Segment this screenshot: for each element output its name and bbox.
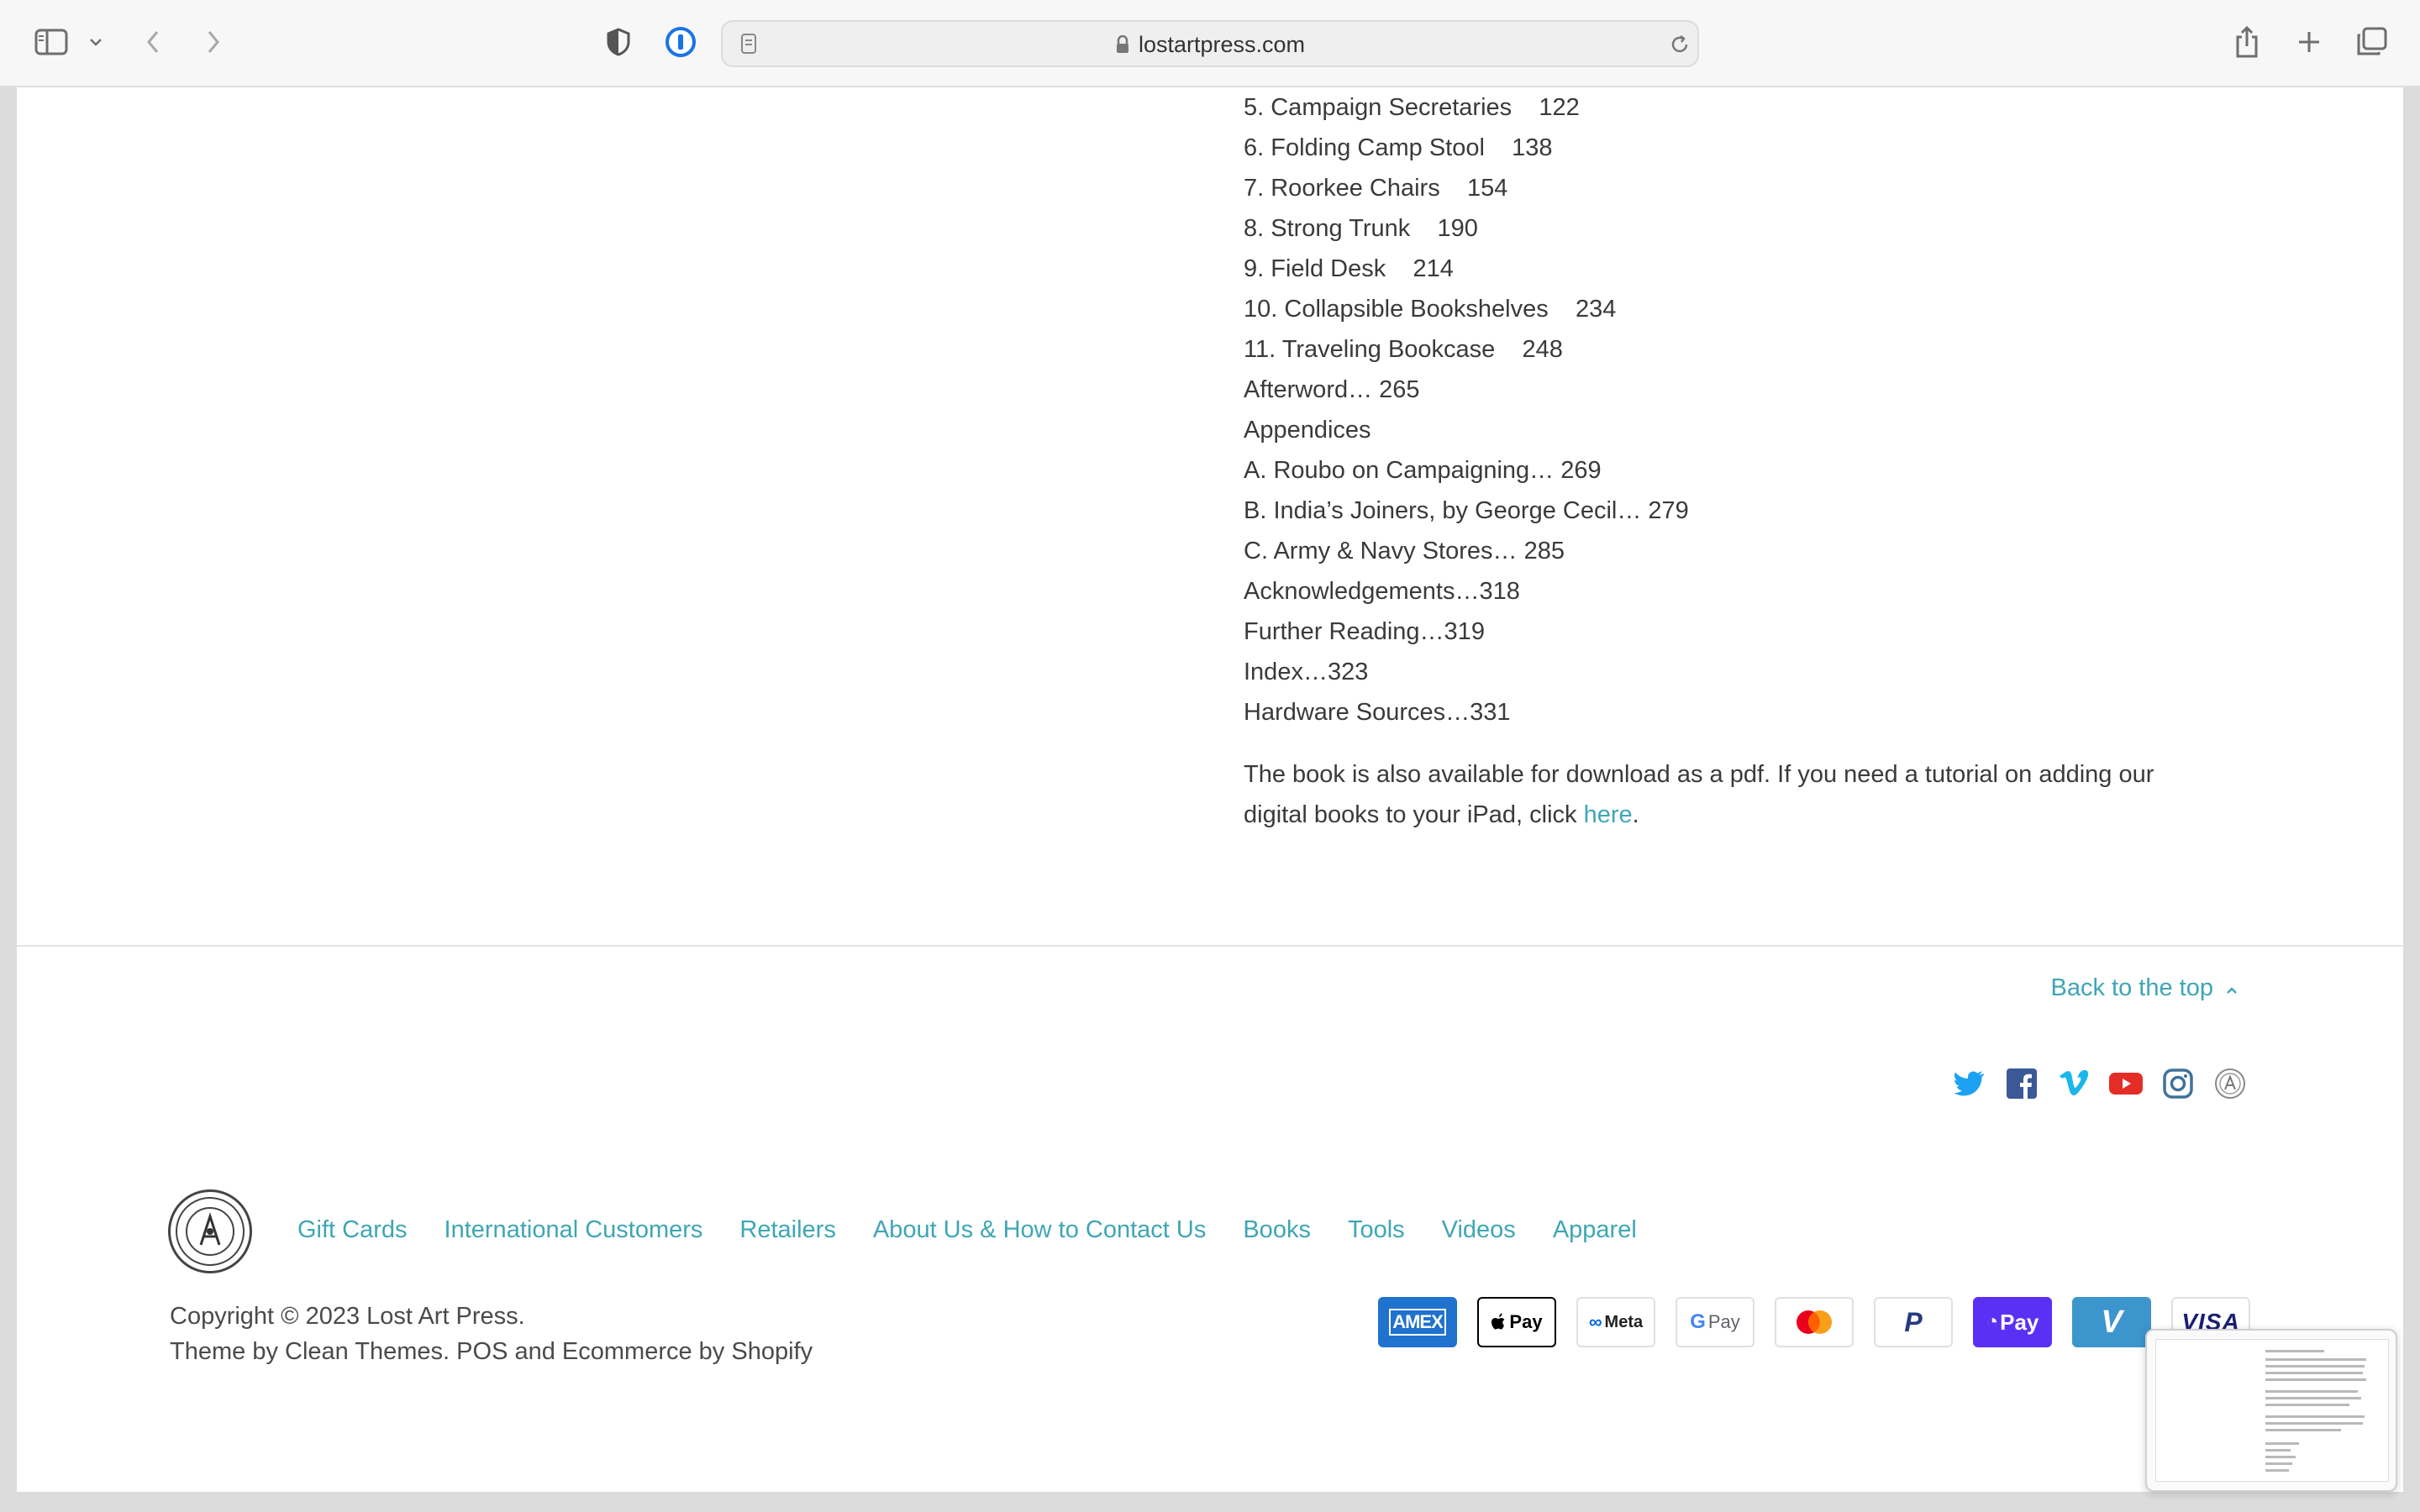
footer-nav-link[interactable]: Gift Cards	[297, 1216, 408, 1244]
payment-methods: AMEX Pay ∞ Meta G Pay P ◔ Pay V VISA	[1378, 1297, 2250, 1347]
vimeo-icon[interactable]	[2057, 1067, 2091, 1100]
footer-nav-link[interactable]: Videos	[1442, 1216, 1516, 1244]
pay-label: V	[2101, 1304, 2123, 1340]
footer-nav: Gift Cards International Customers Retaile…	[297, 1216, 1637, 1244]
toc-entry: Further Reading…319	[1244, 618, 1485, 645]
copyright-block: Copyright © 2023 Lost Art Press. Theme b…	[170, 1299, 813, 1369]
apple-pay-icon: Pay	[1477, 1297, 1556, 1347]
google-pay-icon: G Pay	[1676, 1297, 1754, 1347]
shop-pay-icon: ◔ Pay	[1973, 1297, 2052, 1347]
download-note-line2: digital books to your iPad, click	[1244, 801, 1584, 828]
lost-art-press-icon[interactable]	[2213, 1067, 2247, 1100]
pay-label: AMEX	[1389, 1309, 1446, 1336]
tab-overview-icon[interactable]	[2354, 25, 2388, 59]
mastercard-icon	[1775, 1297, 1854, 1347]
reload-icon[interactable]	[1667, 32, 1692, 57]
download-note: The book is also available for download …	[1244, 754, 2336, 835]
url-label: lostartpress.com	[1138, 32, 1306, 57]
page-content: 5. Campaign Secretaries 122 6. Folding Ca…	[17, 87, 2403, 1492]
pay-label: Pay	[1509, 1311, 1543, 1332]
toc-entry: 10. Collapsible Bookshelves 234	[1244, 296, 1617, 323]
download-note-end: .	[1632, 801, 1639, 828]
footer-nav-link[interactable]: Tools	[1348, 1216, 1405, 1244]
forward-icon[interactable]	[198, 25, 229, 59]
address-bar[interactable]: lostartpress.com	[721, 20, 1699, 67]
chevron-up-icon	[2225, 974, 2238, 1002]
password-manager-icon[interactable]	[664, 25, 697, 59]
toc-entry: Afterword… 265	[1244, 376, 1420, 403]
download-note-line1: The book is also available for download …	[1244, 761, 2154, 788]
toc-entry: Appendices	[1244, 417, 1371, 444]
facebook-icon[interactable]	[2005, 1067, 2039, 1100]
pay-label: Pay	[2000, 1309, 2039, 1335]
toc-entry: 9. Field Desk 214	[1244, 255, 1454, 282]
paypal-icon: P	[1874, 1297, 1953, 1347]
twitter-icon[interactable]	[1953, 1067, 1986, 1100]
url-text: lostartpress.com	[723, 32, 1697, 60]
meta-pay-icon: ∞ Meta	[1576, 1297, 1655, 1347]
share-icon[interactable]	[2232, 24, 2262, 60]
back-icon[interactable]	[138, 25, 168, 59]
copyright-text: Copyright © 2023 Lost Art Press.	[170, 1303, 525, 1330]
toc-entry: Hardware Sources…331	[1244, 699, 1511, 726]
social-links	[1953, 1067, 2247, 1100]
toc-entry: A. Roubo on Campaigning… 269	[1244, 457, 1602, 484]
new-tab-icon[interactable]	[2294, 27, 2324, 57]
theme-credit: Theme by Clean Themes. POS and Ecommerce…	[170, 1338, 813, 1365]
footer-nav-link[interactable]: About Us & How to Contact Us	[873, 1216, 1207, 1244]
page-thumbnail-preview[interactable]	[2145, 1329, 2397, 1492]
venmo-icon: V	[2072, 1297, 2151, 1347]
toc-entry: 5. Campaign Secretaries 122	[1244, 94, 1580, 121]
back-to-top-label: Back to the top	[2050, 974, 2213, 1001]
toc-entry: B. India’s Joiners, by George Cecil… 279	[1244, 497, 1689, 524]
amex-icon: AMEX	[1378, 1297, 1457, 1347]
youtube-icon[interactable]	[2109, 1067, 2143, 1100]
toc-entry: 6. Folding Camp Stool 138	[1244, 134, 1553, 161]
toc-entry: Index…323	[1244, 659, 1369, 685]
toc-entry: C. Army & Navy Stores… 285	[1244, 538, 1565, 564]
tutorial-link[interactable]: here	[1584, 801, 1633, 828]
footer-divider	[17, 945, 2403, 947]
sidebar-icon[interactable]	[32, 25, 71, 59]
toc-entry: 11. Traveling Bookcase 248	[1244, 336, 1563, 363]
back-to-top-link[interactable]: Back to the top	[2051, 974, 2238, 1002]
pay-label: P	[1904, 1306, 1923, 1337]
lock-icon	[1115, 34, 1130, 60]
instagram-icon[interactable]	[2161, 1067, 2195, 1100]
footer-nav-link[interactable]: Retailers	[739, 1216, 835, 1244]
toc-entry: 7. Roorkee Chairs 154	[1244, 175, 1508, 202]
table-of-contents: 5. Campaign Secretaries 122 6. Folding Ca…	[1244, 87, 2336, 732]
book-description: 5. Campaign Secretaries 122 6. Folding Ca…	[1244, 87, 2336, 835]
chevron-down-icon[interactable]	[84, 30, 108, 54]
pay-label: Meta	[1604, 1312, 1644, 1331]
toc-entry: 8. Strong Trunk 190	[1244, 215, 1478, 242]
browser-toolbar: lostartpress.com	[0, 0, 2420, 87]
toc-entry: Acknowledgements…318	[1244, 578, 1520, 605]
footer-nav-link[interactable]: Apparel	[1553, 1216, 1637, 1244]
pay-label: Pay	[1707, 1311, 1740, 1332]
footer-nav-link[interactable]: International Customers	[445, 1216, 703, 1244]
footer-logo[interactable]	[168, 1189, 252, 1273]
footer-nav-link[interactable]: Books	[1243, 1216, 1311, 1244]
thumbnail-page	[2155, 1339, 2389, 1482]
privacy-shield-icon[interactable]	[603, 25, 634, 59]
